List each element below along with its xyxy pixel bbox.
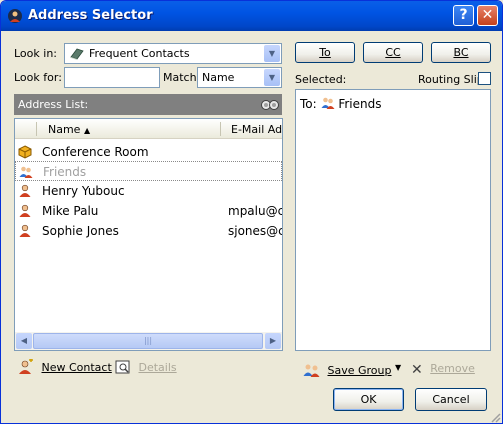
list-item[interactable]: Friends: [15, 161, 282, 181]
to-prefix: To:: [300, 97, 317, 111]
match-dropdown[interactable]: Name ▼: [197, 67, 282, 88]
sort-ascending-icon: ▲: [83, 126, 91, 135]
column-name[interactable]: Name ▲: [48, 123, 90, 136]
resize-grip-icon[interactable]: [489, 411, 501, 423]
routing-slip-label: Routing Slip: [418, 73, 484, 86]
close-button[interactable]: ✕: [477, 5, 498, 26]
contact-icon: [19, 224, 31, 237]
help-button[interactable]: ?: [453, 5, 474, 26]
list-column-header: Name ▲ E-Mail Add: [15, 119, 282, 139]
close-icon: ✕: [411, 362, 423, 378]
group-icon: [19, 166, 33, 178]
save-group-button[interactable]: Save Group: [303, 362, 392, 378]
list-item[interactable]: Henry Yubouc: [15, 181, 282, 201]
chevron-down-icon[interactable]: ▼: [264, 45, 280, 62]
list-item[interactable]: Mike Palu mpalu@cc: [15, 201, 282, 221]
look-for-label: Look for:: [14, 71, 62, 84]
contact-icon: [19, 184, 31, 197]
selected-label: Selected:: [295, 73, 347, 86]
list-item-email: sjones@c: [228, 224, 282, 238]
remove-button[interactable]: ✕ Remove: [411, 362, 475, 378]
group-icon: [321, 97, 335, 109]
cc-button[interactable]: CC: [363, 42, 423, 63]
scroll-left-icon[interactable]: ◀: [16, 333, 32, 349]
list-item-name: Friends: [43, 165, 87, 179]
new-contact-icon: [19, 358, 33, 374]
match-value: Name: [202, 71, 235, 84]
ok-button[interactable]: OK: [333, 388, 404, 411]
details-label: Details: [138, 361, 177, 374]
column-divider: [36, 122, 37, 136]
routing-slip-checkbox[interactable]: [478, 72, 491, 85]
list-item-name: Conference Room: [42, 145, 149, 159]
selected-recipients-box[interactable]: To: Friends: [295, 89, 491, 351]
contacts-folder-icon: [70, 48, 84, 60]
resource-icon: [18, 145, 32, 159]
list-item-name: Sophie Jones: [42, 224, 119, 238]
look-in-label: Look in:: [14, 47, 57, 60]
save-group-label: Save Group: [327, 364, 392, 377]
look-for-input[interactable]: [64, 67, 160, 88]
column-divider: [220, 122, 221, 136]
selected-recipient-name: Friends: [338, 97, 382, 111]
horizontal-scrollbar[interactable]: ◀ ||| ▶: [15, 332, 282, 350]
look-in-value: Frequent Contacts: [89, 47, 190, 60]
list-item[interactable]: Conference Room: [15, 142, 282, 162]
look-in-dropdown[interactable]: Frequent Contacts ▼: [64, 43, 282, 64]
scrollbar-thumb[interactable]: |||: [33, 333, 263, 349]
window-title: Address Selector: [28, 8, 153, 23]
remove-label: Remove: [430, 362, 475, 375]
binoculars-icon[interactable]: [261, 97, 279, 111]
match-label: Match: [163, 71, 197, 84]
address-book-icon: [8, 9, 22, 23]
chevron-down-icon[interactable]: ▼: [264, 69, 280, 86]
list-item-name: Mike Palu: [42, 204, 99, 218]
to-button[interactable]: To: [295, 42, 355, 63]
list-item[interactable]: Sophie Jones sjones@c: [15, 221, 282, 241]
details-button[interactable]: Details: [115, 359, 177, 375]
title-bar[interactable]: Address Selector ? ✕: [1, 1, 502, 31]
address-selector-dialog: Address Selector ? ✕ Look in: Frequent C…: [0, 0, 503, 424]
column-email[interactable]: E-Mail Add: [231, 123, 282, 136]
list-item-email: mpalu@cc: [228, 204, 282, 218]
new-contact-button[interactable]: New Contact: [18, 358, 112, 375]
address-list[interactable]: Name ▲ E-Mail Add Conference Room Friend…: [14, 118, 283, 351]
details-icon: [115, 360, 130, 374]
address-list-title: Address List:: [18, 98, 89, 111]
scroll-right-icon[interactable]: ▶: [265, 333, 281, 349]
bc-button[interactable]: BC: [431, 42, 491, 63]
group-icon: [303, 364, 320, 377]
cancel-button[interactable]: Cancel: [415, 388, 487, 411]
new-contact-label: New Contact: [41, 361, 112, 374]
contact-icon: [19, 204, 31, 217]
list-item-name: Henry Yubouc: [42, 184, 125, 198]
selected-recipient-line[interactable]: To: Friends: [300, 96, 382, 111]
address-list-header: Address List:: [14, 94, 282, 115]
save-group-dropdown-icon[interactable]: ▼: [395, 363, 401, 372]
